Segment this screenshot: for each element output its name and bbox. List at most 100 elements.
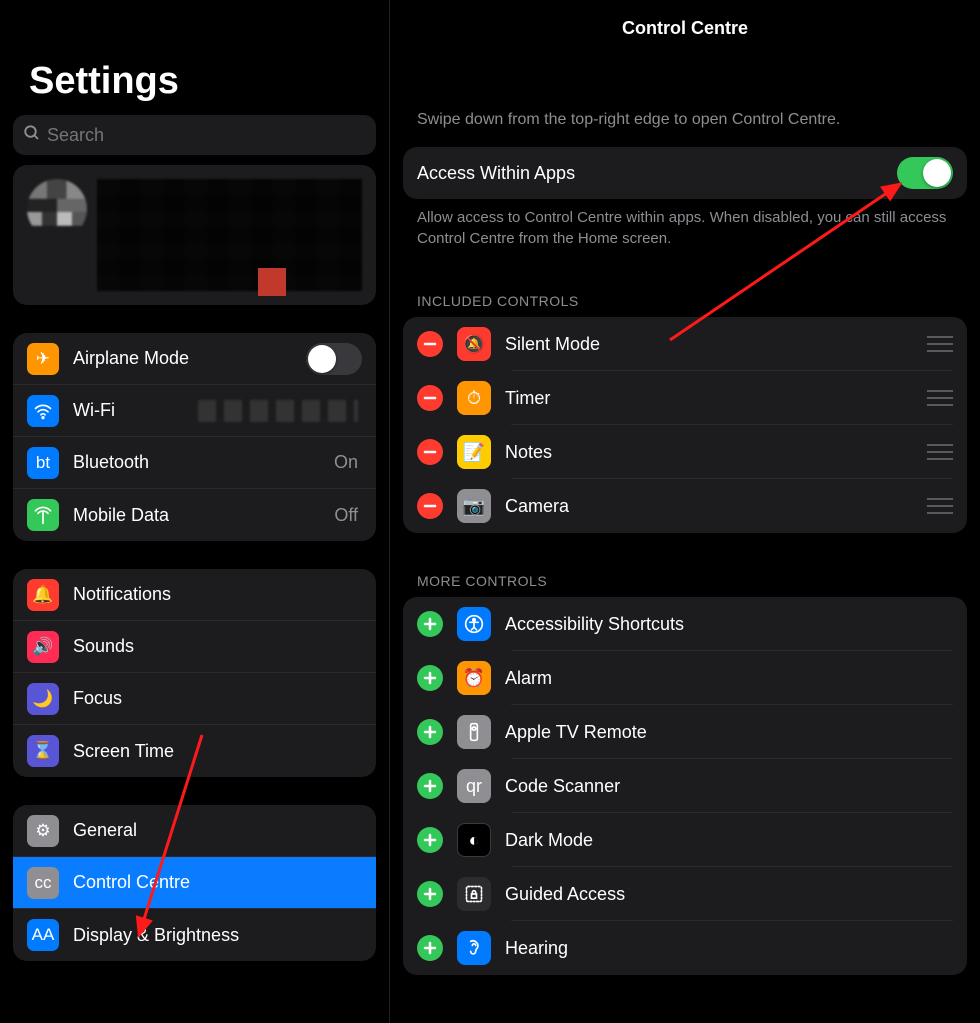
control-row-alarm: ⏰ Alarm xyxy=(403,651,967,705)
control-label: Code Scanner xyxy=(505,776,953,797)
control-row-camera: 📷 Camera xyxy=(403,479,967,533)
control-row-code-scanner: qr Code Scanner xyxy=(403,759,967,813)
control-row-timer: ⏱Timer xyxy=(403,371,967,425)
avatar xyxy=(27,179,87,239)
sidebar-item-label: Control Centre xyxy=(73,872,362,893)
sidebar-item-label: Display & Brightness xyxy=(73,925,362,946)
sidebar-item-label: Screen Time xyxy=(73,741,362,762)
dark-mode-icon: ◐ xyxy=(457,823,491,857)
sidebar-item-label: Mobile Data xyxy=(73,505,334,526)
sidebar-item-label: Notifications xyxy=(73,584,362,605)
control-row-guided-access: Guided Access xyxy=(403,867,967,921)
sidebar-group: ⚙ General cc Control Centre AA Display & Brig… xyxy=(13,805,376,961)
search-icon xyxy=(23,124,41,147)
included-controls-list: 🔕 Silent Mode ⏱Timer 📝 Notes 📷 Camera xyxy=(403,317,967,533)
add-button[interactable] xyxy=(417,719,443,745)
sidebar-item-focus[interactable]: 🌙Focus xyxy=(13,673,376,725)
included-controls-header: INCLUDED CONTROLS xyxy=(417,293,967,309)
control-label: Silent Mode xyxy=(505,334,927,355)
alarm-icon: ⏰ xyxy=(457,661,491,695)
search-input[interactable] xyxy=(47,125,366,146)
sidebar-item-mobile-data[interactable]: Mobile DataOff xyxy=(13,489,376,541)
reorder-handle[interactable] xyxy=(927,390,953,406)
control-row-notes: 📝 Notes xyxy=(403,425,967,479)
remove-button[interactable] xyxy=(417,493,443,519)
control-label: Notes xyxy=(505,442,927,463)
add-button[interactable] xyxy=(417,611,443,637)
control-row-hearing: Hearing xyxy=(403,921,967,975)
control-label: Hearing xyxy=(505,938,953,959)
search-field[interactable] xyxy=(13,115,376,155)
sidebar-item-wifi[interactable]: Wi-Fi xyxy=(13,385,376,437)
sounds-icon: 🔊 xyxy=(27,631,59,663)
code-scanner-icon: qr xyxy=(457,769,491,803)
control-label: Apple TV Remote xyxy=(505,722,953,743)
control-label: Accessibility Shortcuts xyxy=(505,614,953,635)
display-brightness-icon: AA xyxy=(27,919,59,951)
apple-tv-remote-icon xyxy=(457,715,491,749)
add-button[interactable] xyxy=(417,665,443,691)
general-icon: ⚙ xyxy=(27,815,59,847)
remove-button[interactable] xyxy=(417,385,443,411)
sidebar-item-sounds[interactable]: 🔊 Sounds xyxy=(13,621,376,673)
control-row-silent-mode: 🔕 Silent Mode xyxy=(403,317,967,371)
airplane-mode-icon: ✈ xyxy=(27,343,59,375)
bluetooth-value: On xyxy=(334,452,358,473)
focus-icon: 🌙 xyxy=(27,683,59,715)
screen-time-icon: ⌛ xyxy=(27,735,59,767)
sidebar-item-label: Sounds xyxy=(73,636,362,657)
timer-icon: ⏱ xyxy=(457,381,491,415)
sidebar-group: 🔔Notifications 🔊 Sounds 🌙Focus ⌛ Screen Time xyxy=(13,569,376,777)
control-row-apple-tv-remote: Apple TV Remote xyxy=(403,705,967,759)
reorder-handle[interactable] xyxy=(927,444,953,460)
add-button[interactable] xyxy=(417,881,443,907)
access-within-apps-label: Access Within Apps xyxy=(417,163,897,184)
bluetooth-icon: bt xyxy=(27,447,59,479)
add-button[interactable] xyxy=(417,935,443,961)
notification-badge xyxy=(258,268,286,296)
sidebar-item-label: Wi-Fi xyxy=(73,400,198,421)
sidebar-group: ✈ Airplane Mode Wi-Fi bt BluetoothOn Mobile D… xyxy=(13,333,376,541)
sidebar-item-label: General xyxy=(73,820,362,841)
apple-id-profile[interactable] xyxy=(13,165,376,305)
reorder-handle[interactable] xyxy=(927,498,953,514)
access-within-apps-cell: Access Within Apps xyxy=(403,147,967,199)
control-label: Alarm xyxy=(505,668,953,689)
mobile-data-value: Off xyxy=(334,505,358,526)
sidebar-item-screen-time[interactable]: ⌛ Screen Time xyxy=(13,725,376,777)
hint-text: Swipe down from the top-right edge to op… xyxy=(417,111,967,129)
notes-icon: 📝 xyxy=(457,435,491,469)
remove-button[interactable] xyxy=(417,439,443,465)
more-controls-header: MORE CONTROLS xyxy=(417,573,967,589)
sidebar-item-notifications[interactable]: 🔔Notifications xyxy=(13,569,376,621)
hearing-icon xyxy=(457,931,491,965)
settings-sidebar: Settings ✈Airplane ModeWi-FibtBluetoothO… xyxy=(0,0,390,1023)
profile-details-redacted xyxy=(97,179,362,291)
control-label: Dark Mode xyxy=(505,830,953,851)
accessibility-shortcuts-icon xyxy=(457,607,491,641)
control-centre-icon: cc xyxy=(27,867,59,899)
sidebar-item-display-brightness[interactable]: AA Display & Brightness xyxy=(13,909,376,961)
add-button[interactable] xyxy=(417,773,443,799)
sidebar-item-general[interactable]: ⚙ General xyxy=(13,805,376,857)
camera-icon: 📷 xyxy=(457,489,491,523)
airplane-mode-toggle[interactable] xyxy=(306,343,362,375)
reorder-handle[interactable] xyxy=(927,336,953,352)
control-row-dark-mode: ◐ Dark Mode xyxy=(403,813,967,867)
wifi-network-redacted xyxy=(198,400,358,422)
control-label: Guided Access xyxy=(505,884,953,905)
remove-button[interactable] xyxy=(417,331,443,357)
sidebar-item-airplane-mode[interactable]: ✈ Airplane Mode xyxy=(13,333,376,385)
control-label: Camera xyxy=(505,496,927,517)
access-within-apps-toggle[interactable] xyxy=(897,157,953,189)
sidebar-item-control-centre[interactable]: cc Control Centre xyxy=(13,857,376,909)
access-footer: Allow access to Control Centre within ap… xyxy=(417,207,953,249)
sidebar-item-bluetooth[interactable]: bt BluetoothOn xyxy=(13,437,376,489)
add-button[interactable] xyxy=(417,827,443,853)
wifi-icon xyxy=(27,395,59,427)
silent-mode-icon: 🔕 xyxy=(457,327,491,361)
sidebar-item-label: Airplane Mode xyxy=(73,348,306,369)
page-title: Settings xyxy=(29,60,376,103)
sidebar-item-label: Bluetooth xyxy=(73,452,334,473)
control-centre-panel: Control Centre Swipe down from the top-r… xyxy=(390,0,980,1023)
